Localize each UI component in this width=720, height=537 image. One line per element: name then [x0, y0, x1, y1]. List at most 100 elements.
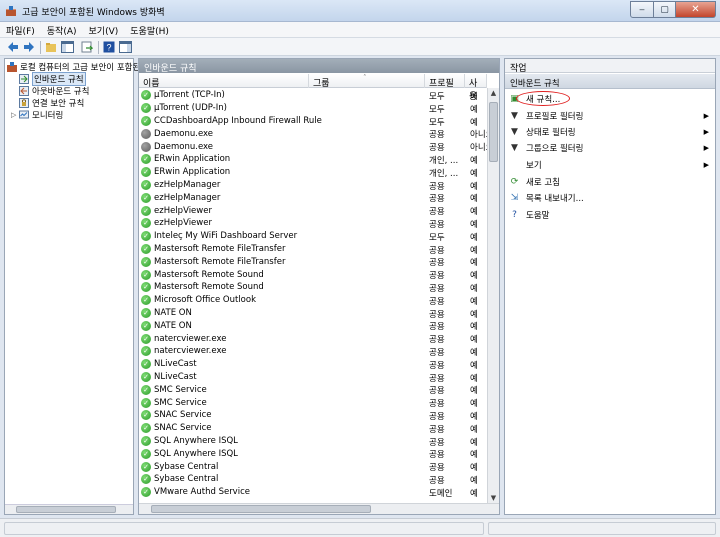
table-row[interactable]: ✓ SNAC Service 공용 예	[139, 409, 487, 422]
menu-file[interactable]: 파일(F)	[0, 22, 41, 37]
column-header-group[interactable]: 그룹	[309, 74, 425, 89]
table-row[interactable]: ✓ Sybase Central 공용 예	[139, 473, 487, 486]
help-button[interactable]: ?	[102, 40, 116, 54]
tree-item-inbound-rules[interactable]: 인바운드 규칙	[19, 72, 86, 86]
back-button[interactable]	[6, 40, 20, 54]
scroll-up-icon[interactable]: ▲	[488, 88, 499, 99]
close-button[interactable]: ✕	[676, 1, 716, 18]
menu-action[interactable]: 동작(A)	[41, 22, 83, 37]
export-icon: ⇲	[510, 192, 519, 203]
rule-name-cell: ✓ Mastersoft Remote Sound	[141, 281, 264, 294]
table-row[interactable]: ✓ µTorrent (TCP-In) 모두 예	[139, 89, 487, 102]
scroll-thumb[interactable]	[489, 102, 498, 162]
expand-chevron-icon[interactable]: ▷	[11, 111, 19, 119]
table-row[interactable]: ✓ SMC Service 공용 예	[139, 396, 487, 409]
tree-item-outbound-rules[interactable]: 아웃바운드 규칙	[19, 85, 89, 97]
table-row[interactable]: ✓ NATE ON 공용 예	[139, 319, 487, 332]
up-folder-button[interactable]	[44, 40, 58, 54]
folder-up-icon	[46, 43, 56, 52]
column-header-profile[interactable]: 프로필	[425, 74, 465, 89]
enabled-check-icon: ✓	[141, 256, 151, 267]
table-row[interactable]: ✓ VMware Authd Service 도메인 예	[139, 486, 487, 499]
rule-name-cell: ✓ NATE ON	[141, 319, 192, 332]
rule-profile: 공용	[429, 309, 445, 320]
help-icon: ?	[103, 41, 115, 53]
menu-view[interactable]: 보기(V)	[83, 22, 125, 37]
action-item[interactable]: ▼ 프로필로 필터링 ▶	[505, 109, 715, 122]
rule-enabled: 예	[470, 168, 478, 179]
table-row[interactable]: ✓ ERwin Application 개인, ... 예	[139, 166, 487, 179]
rule-enabled: 예	[470, 232, 478, 243]
table-row[interactable]: ✓ Mastersoft Remote FileTransfer 공용 예	[139, 243, 487, 256]
rule-name: ezHelpViewer	[154, 205, 212, 216]
annotation-highlight-ring	[516, 91, 570, 106]
enabled-check-icon: ✓	[141, 231, 151, 242]
action-item[interactable]: ⟳ 새로 고침	[505, 175, 715, 188]
table-row[interactable]: ✓ µTorrent (UDP-In) 모두 예	[139, 102, 487, 115]
table-row[interactable]: Daemonu.exe 공용 아니요	[139, 140, 493, 153]
rules-vertical-scrollbar[interactable]: ▲ ▼	[487, 88, 499, 504]
tree-item-connection-security[interactable]: 연결 보안 규칙	[19, 97, 84, 109]
maximize-button[interactable]: ▢	[654, 1, 676, 18]
maximize-icon: ▢	[660, 4, 669, 15]
enabled-check-icon: ✓	[141, 487, 151, 498]
scroll-thumb[interactable]	[151, 505, 371, 513]
action-label: 도움말	[526, 210, 550, 221]
filter-icon: ▼	[511, 110, 518, 121]
rule-profile: 모두	[429, 232, 445, 243]
table-row[interactable]: ✓ SQL Anywhere ISQL 공용 예	[139, 435, 487, 448]
table-row[interactable]: ✓ SNAC Service 공용 예	[139, 422, 487, 435]
enabled-check-icon: ✓	[141, 103, 151, 114]
column-header-enabled[interactable]: 사용	[465, 74, 487, 102]
table-row[interactable]: ✓ ezHelpManager 공용 예	[139, 191, 487, 204]
export-button[interactable]	[80, 40, 94, 54]
action-item[interactable]: ⇲ 목록 내보내기...	[505, 191, 715, 204]
enabled-check-icon: ✓	[141, 333, 151, 344]
show-hide-tree-button[interactable]	[60, 40, 74, 54]
table-row[interactable]: ✓ NLiveCast 공용 예	[139, 371, 487, 384]
table-row[interactable]: ✓ natercviewer.exe 공용 예	[139, 332, 487, 345]
toolbar: ?	[0, 38, 720, 56]
action-item[interactable]: ▼ 상태로 필터링 ▶	[505, 125, 715, 138]
table-row[interactable]: ✓ ERwin Application 개인, ... 예	[139, 153, 487, 166]
rule-name-cell: ✓ Sybase Central	[141, 460, 218, 473]
rule-profile: 공용	[429, 207, 445, 218]
action-item[interactable]: ? 도움말	[505, 208, 715, 221]
menu-help[interactable]: 도움말(H)	[124, 22, 175, 37]
table-row[interactable]: Daemonu.exe 공용 아니요	[139, 127, 493, 140]
table-row[interactable]: ✓ ezHelpManager 공용 예	[139, 179, 487, 192]
table-row[interactable]: ✓ Mastersoft Remote Sound 공용 예	[139, 268, 487, 281]
table-row[interactable]: ✓ Inteleç My WiFi Dashboard Server 모두 예	[139, 230, 487, 243]
scroll-thumb[interactable]	[16, 506, 116, 513]
table-row[interactable]: ✓ natercviewer.exe 공용 예	[139, 345, 487, 358]
show-action-pane-button[interactable]	[118, 40, 132, 54]
column-header-name[interactable]: 이름	[139, 74, 309, 89]
enabled-check-icon: ✓	[141, 269, 151, 280]
actions-section-header[interactable]: 인바운드 규칙	[505, 74, 715, 89]
rule-profile: 공용	[429, 399, 445, 410]
rule-enabled: 예	[470, 463, 478, 474]
action-item[interactable]: ▼ 그룹으로 필터링 ▶	[505, 141, 715, 154]
table-row[interactable]: ✓ ezHelpViewer 공용 예	[139, 217, 487, 230]
forward-arrow-icon	[24, 42, 34, 52]
minimize-button[interactable]: ‒	[630, 1, 654, 18]
table-row[interactable]: ✓ Sybase Central 공용 예	[139, 460, 487, 473]
table-row[interactable]: ✓ SQL Anywhere ISQL 공용 예	[139, 447, 487, 460]
table-row[interactable]: ✓ NLiveCast 공용 예	[139, 358, 487, 371]
table-row[interactable]: ✓ Mastersoft Remote FileTransfer 공용 예	[139, 255, 487, 268]
table-row[interactable]: ✓ SMC Service 공용 예	[139, 383, 487, 396]
rule-name-cell: ✓ VMware Authd Service	[141, 486, 250, 499]
table-row[interactable]: ✓ NATE ON 공용 예	[139, 307, 487, 320]
table-row[interactable]: ✓ Mastersoft Remote Sound 공용 예	[139, 281, 487, 294]
rule-name-cell: Daemonu.exe	[141, 140, 213, 153]
table-row[interactable]: ✓ Microsoft Office Outlook 공용 예	[139, 294, 487, 307]
rule-name: natercviewer.exe	[154, 333, 227, 344]
table-row[interactable]: ✓ CCDashboardApp Inbound Firewall Rule 모두 예	[139, 115, 487, 128]
forward-button[interactable]	[22, 40, 36, 54]
tree-horizontal-scrollbar[interactable]	[5, 504, 133, 514]
action-item[interactable]: 보기 ▶	[505, 158, 715, 171]
rules-horizontal-scrollbar[interactable]	[139, 503, 499, 514]
rule-name-cell: ✓ Mastersoft Remote FileTransfer	[141, 243, 285, 256]
table-row[interactable]: ✓ ezHelpViewer 공용 예	[139, 204, 487, 217]
tree-item-monitoring[interactable]: ▷ 모니터링	[11, 109, 63, 121]
